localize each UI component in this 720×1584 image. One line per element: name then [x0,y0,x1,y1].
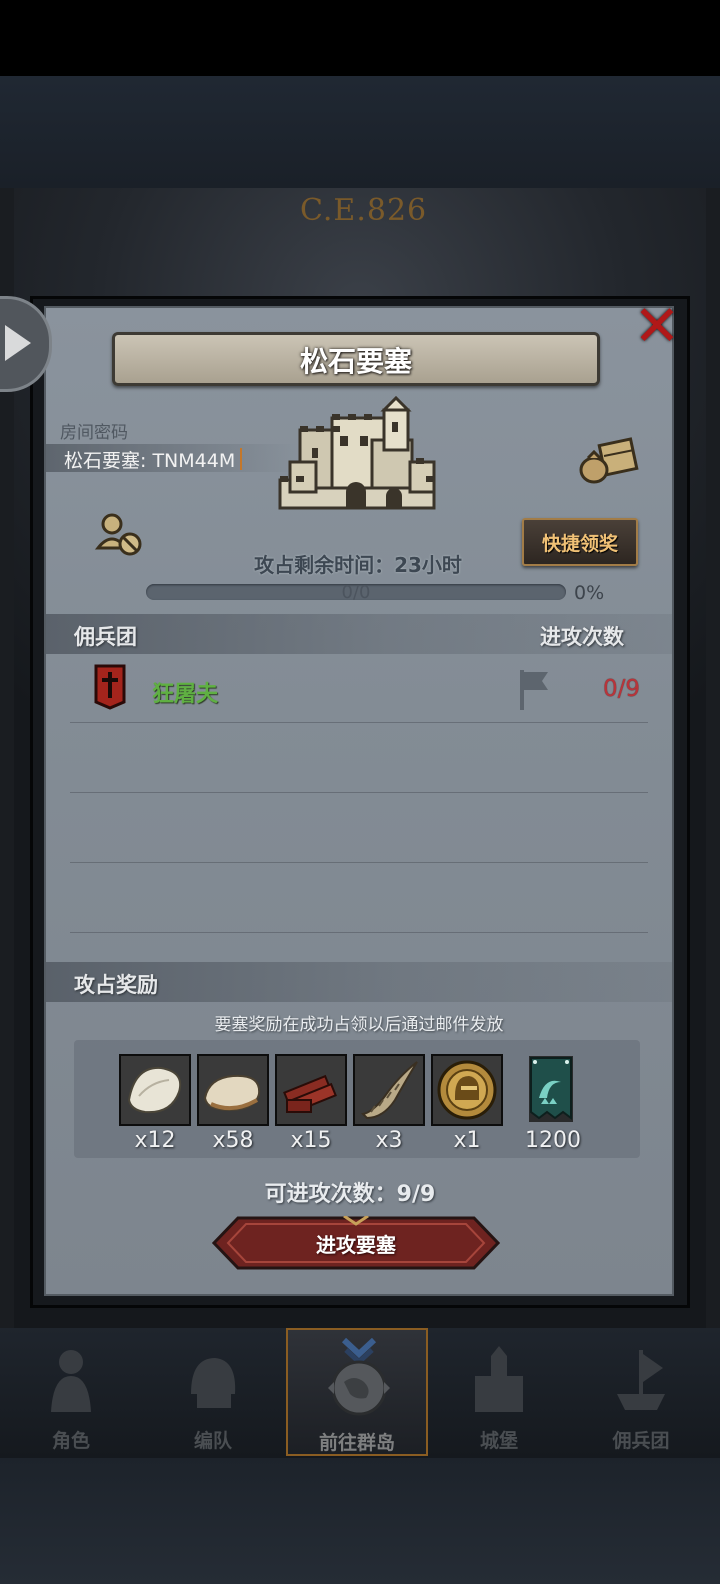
header-band [0,76,720,188]
remaining-attempts: 可进攻次数：9/9 [264,1182,436,1207]
close-icon[interactable]: ✕ [628,299,686,356]
nav-label: 城堡 [479,1430,518,1452]
row-divider [70,792,648,793]
wood-planks-icon [277,1056,345,1124]
member-blocked-icon[interactable] [94,512,144,558]
knight-icon [51,1350,91,1412]
reward-qty: x1 [453,1128,481,1153]
nav-item-character[interactable]: 角色 [6,1328,136,1456]
ship-icon [617,1350,665,1410]
reward-qty: x58 [212,1128,254,1153]
nav-label: 角色 [51,1430,90,1452]
hide-leather-icon [199,1056,267,1124]
nav-label: 佣兵团 [612,1430,670,1452]
dialog-title: 松石要塞 [299,345,412,378]
occupation-progress-text: 0/0 [341,582,371,603]
loot-crate-icon[interactable] [578,436,640,484]
row-divider [70,932,648,933]
mercenary-attack-count: 0/9 [602,676,640,702]
fur-pelt-icon [121,1056,189,1124]
mercenary-header: 佣兵团 [74,625,137,649]
time-remaining: 攻占剩余时间：23小时 [254,553,462,577]
nav-item-islands[interactable]: 前往群岛 [286,1328,428,1456]
helmet-medal-icon [433,1056,501,1124]
room-password-value[interactable]: 松石要塞: TNM44M [64,446,235,473]
guild-banner-icon [529,1056,573,1122]
row-divider [70,722,648,723]
text-caret [240,448,242,470]
reward-item-fur[interactable] [119,1054,191,1126]
reward-header: 攻占奖励 [74,973,158,997]
attack-fortress-label: 进攻要塞 [316,1233,396,1257]
globe-icon [328,1338,390,1416]
play-arrow-icon [5,325,31,361]
reward-item-horn[interactable] [353,1054,425,1126]
helmet-icon [191,1358,236,1408]
reward-item-wood[interactable] [275,1054,347,1126]
bottom-band [0,1458,720,1584]
attack-count-header: 进攻次数 [540,625,624,649]
reward-qty: x15 [290,1128,332,1153]
nav-item-castle[interactable]: 城堡 [434,1328,564,1456]
nav-item-mercenary[interactable]: 佣兵团 [576,1328,706,1456]
reward-item-medal[interactable] [431,1054,503,1126]
status-bar-area [0,0,720,76]
nav-label: 编队 [193,1430,232,1452]
era-label: C.E.826 [300,193,428,228]
fortress-icon [278,396,436,510]
horn-icon [355,1056,423,1124]
reward-item-leather[interactable] [197,1054,269,1126]
reward-note: 要塞奖励在成功占领以后通过邮件发放 [214,1015,504,1035]
reward-item-banner[interactable] [509,1054,581,1126]
reward-qty: 1200 [525,1128,581,1153]
reward-qty: x12 [134,1128,176,1153]
flag-icon [520,670,548,710]
guild-shield-icon [94,664,126,710]
right-edge-strip [706,188,720,1328]
row-divider [70,862,648,863]
nav-label: 前往群岛 [318,1432,395,1454]
occupation-progress-percent: 0% [574,582,605,604]
castle-icon [475,1346,523,1412]
nav-item-formation[interactable]: 编队 [148,1328,278,1456]
room-password-label: 房间密码 [60,423,128,443]
mercenary-name[interactable]: 狂屠夫 [152,676,218,708]
reward-qty: x3 [375,1128,403,1153]
quick-claim-label: 快捷领奖 [541,533,618,555]
